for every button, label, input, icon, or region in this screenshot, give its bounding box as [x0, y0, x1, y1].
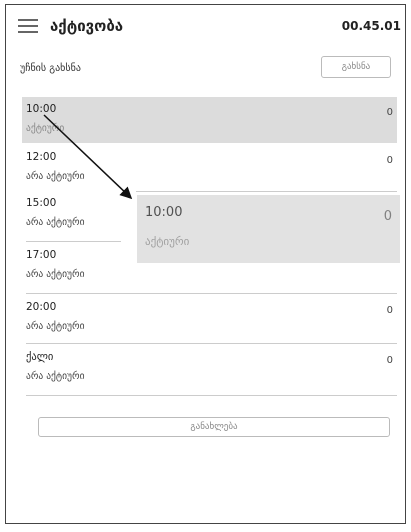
- drag-arrow-icon: [43, 114, 133, 200]
- app-frame: აქტივობა 00.45.01 უჩნის გახსნა გახსნა 10…: [5, 4, 406, 524]
- refresh-button[interactable]: განახლება: [38, 417, 390, 437]
